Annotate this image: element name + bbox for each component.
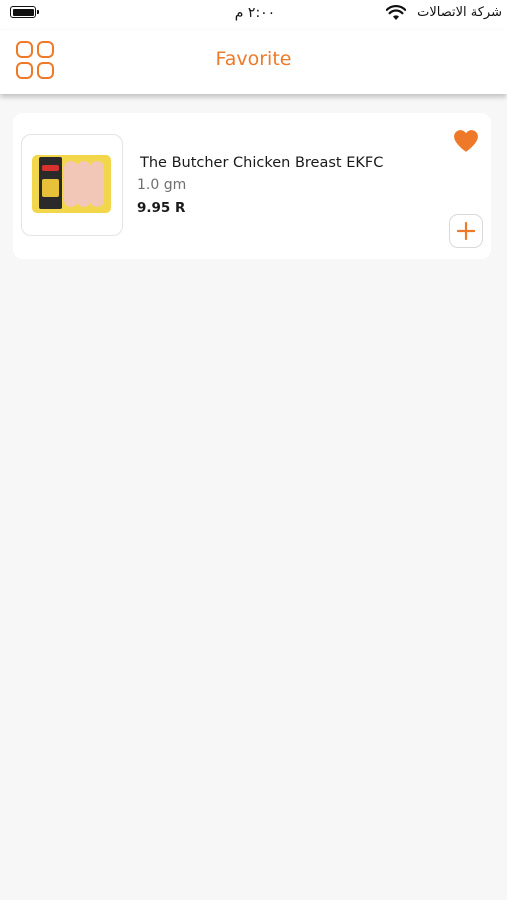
chicken-tray-image bbox=[32, 155, 111, 213]
status-time: ٢:٠٠ م bbox=[234, 5, 276, 21]
status-bar: ٢:٠٠ م شركة الاتصالات bbox=[0, 0, 507, 30]
product-name: The Butcher Chicken Breast EKFC bbox=[140, 155, 384, 171]
plus-icon bbox=[457, 222, 475, 240]
heart-icon[interactable] bbox=[453, 129, 479, 153]
favorite-product-card[interactable]: The Butcher Chicken Breast EKFC 1.0 gm 9… bbox=[13, 113, 491, 259]
add-to-cart-button[interactable] bbox=[449, 214, 483, 248]
product-image[interactable] bbox=[21, 134, 123, 236]
page-title: Favorite bbox=[215, 48, 292, 70]
wifi-icon bbox=[386, 5, 406, 20]
product-weight: 1.0 gm bbox=[137, 177, 187, 193]
product-price: 9.95 R bbox=[137, 200, 186, 216]
carrier-name: شركة الاتصالات bbox=[417, 5, 502, 20]
battery-icon bbox=[10, 6, 39, 18]
app-header: Favorite bbox=[0, 30, 507, 94]
